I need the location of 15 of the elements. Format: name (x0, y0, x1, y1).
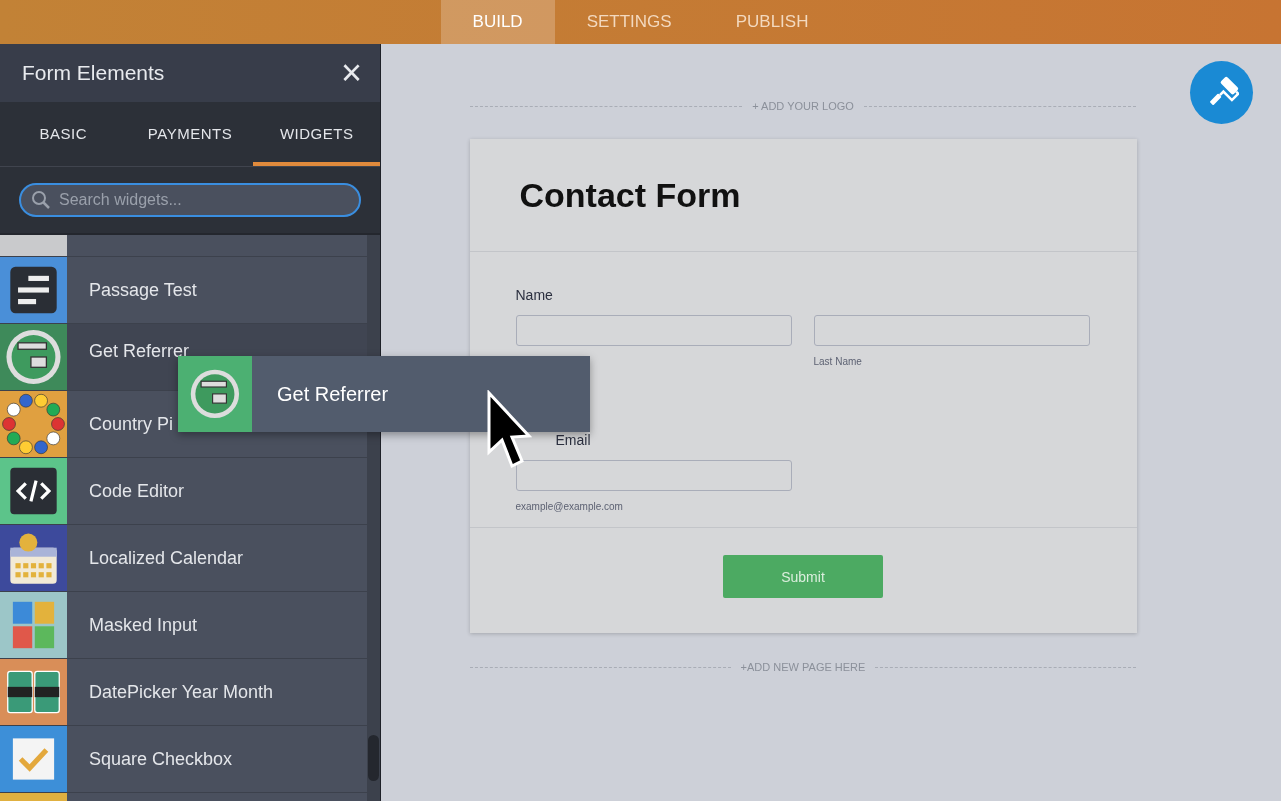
field-sublabel: example@example.com (515, 501, 624, 513)
widget-label: Masked Input (89, 614, 198, 636)
widget-label: Localized Calendar (89, 547, 244, 569)
widget-label: Square Checkbox (89, 748, 233, 770)
widget-label: Passage Test (89, 279, 197, 301)
form-title: Contact Form (519, 175, 741, 215)
drag-preview-label: Get Referrer (277, 382, 389, 406)
field-label: Name (515, 287, 554, 303)
field-sublabel: Last Name (813, 356, 863, 368)
widget-label: DatePicker Year Month (89, 681, 274, 703)
panel-title: Form Elements (22, 61, 165, 85)
field-label: Email (555, 432, 592, 448)
widget-label: Code Editor (89, 480, 185, 502)
widget-label: Get Referrer (89, 340, 190, 362)
widget-label: Country Pi (89, 413, 174, 435)
